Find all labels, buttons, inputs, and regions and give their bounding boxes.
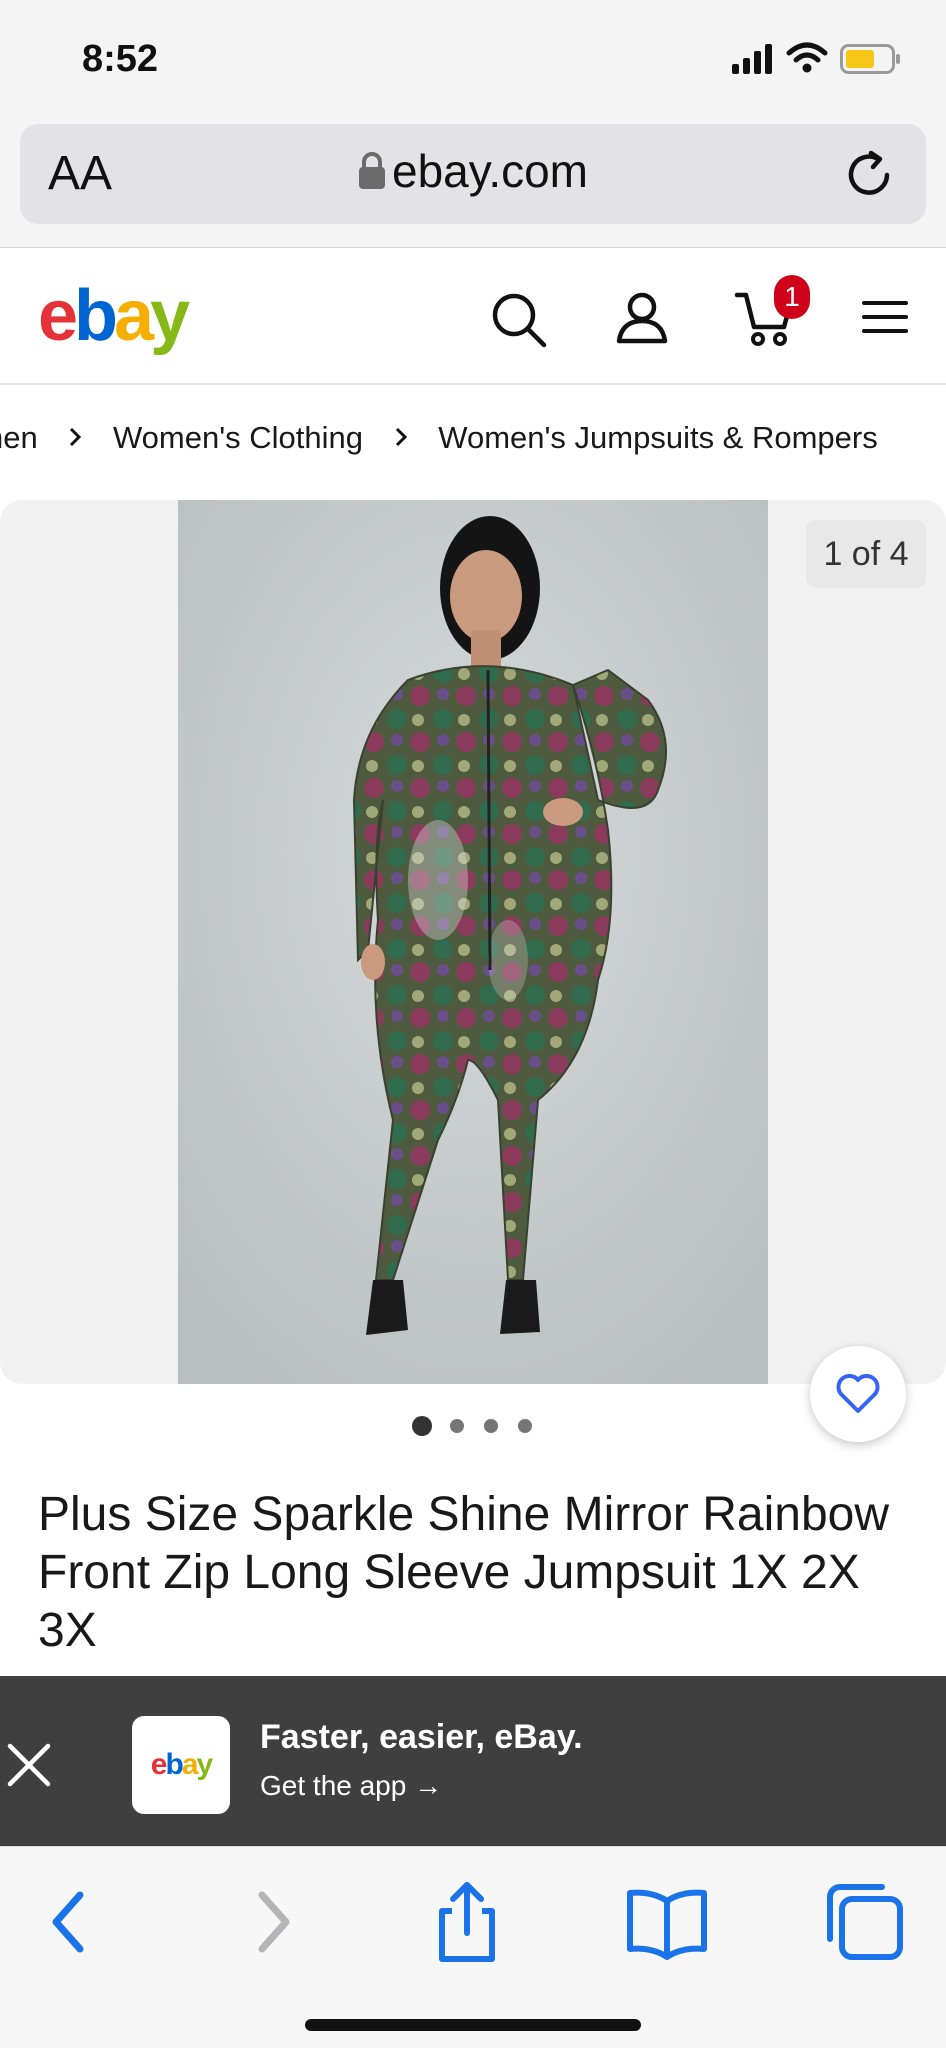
heart-icon: [836, 1374, 880, 1413]
url-host-text: ebay.com: [391, 145, 589, 197]
reload-icon[interactable]: [842, 148, 896, 202]
wifi-icon: [786, 42, 828, 73]
status-time: 8:52: [82, 38, 159, 80]
pagination-dot-active[interactable]: [412, 1416, 432, 1436]
breadcrumb-item[interactable]: Women's Jumpsuits & Rompers: [438, 420, 877, 456]
gallery-pagination: [410, 1415, 540, 1439]
banner-title: Faster, easier, eBay.: [260, 1718, 583, 1756]
breadcrumb: nen Women's Clothing Women's Jumpsuits &…: [0, 418, 878, 468]
breadcrumb-item[interactable]: nen: [0, 420, 38, 456]
product-title: Plus Size Sparkle Shine Mirror Rainbow F…: [38, 1488, 890, 1657]
forward-icon[interactable]: [228, 1877, 318, 1967]
cart-count-badge: 1: [774, 275, 810, 319]
account-icon[interactable]: [614, 289, 670, 345]
product-image[interactable]: [178, 500, 768, 1384]
watchlist-button[interactable]: [810, 1346, 906, 1442]
pagination-dot[interactable]: [484, 1419, 498, 1433]
bookmarks-icon[interactable]: [622, 1877, 712, 1967]
ebay-logo[interactable]: ebay: [38, 275, 190, 357]
logo-letter-y: y: [150, 276, 190, 356]
lock-icon: [358, 152, 385, 189]
ebay-app-logo: ebay: [132, 1716, 230, 1814]
url-host[interactable]: ebay.com: [20, 144, 926, 198]
battery-icon: [840, 44, 900, 74]
chevron-right-icon: [68, 420, 82, 456]
get-the-app-link[interactable]: Get the app →: [260, 1770, 442, 1802]
chevron-right-icon: [394, 420, 408, 456]
site-header: ebay 1: [0, 249, 946, 385]
app-promo-banner[interactable]: ebay Faster, easier, eBay. Get the app →: [0, 1676, 946, 1846]
address-bar[interactable]: AA ebay.com: [20, 124, 926, 224]
browser-address-area: AA ebay.com: [0, 120, 946, 248]
search-icon[interactable]: [490, 291, 548, 349]
image-gallery[interactable]: 1 of 4: [0, 500, 946, 1384]
cart-button[interactable]: 1: [734, 275, 814, 355]
pagination-dot[interactable]: [518, 1419, 532, 1433]
logo-letter-e: e: [38, 276, 78, 356]
menu-icon[interactable]: [862, 299, 908, 335]
logo-letter-b: b: [74, 276, 118, 356]
product-photo-illustration: [178, 500, 768, 1384]
image-counter: 1 of 4: [806, 520, 926, 588]
cellular-signal-icon: [732, 44, 772, 74]
browser-toolbar: [0, 1846, 946, 2048]
tabs-icon[interactable]: [820, 1877, 910, 1967]
share-icon[interactable]: [422, 1877, 512, 1967]
breadcrumb-item[interactable]: Women's Clothing: [113, 420, 363, 456]
status-bar: 8:52: [0, 0, 946, 120]
back-icon[interactable]: [24, 1877, 114, 1967]
pagination-dot[interactable]: [450, 1419, 464, 1433]
close-icon[interactable]: [6, 1742, 52, 1788]
home-indicator[interactable]: [305, 2019, 641, 2031]
logo-letter-a: a: [114, 276, 154, 356]
